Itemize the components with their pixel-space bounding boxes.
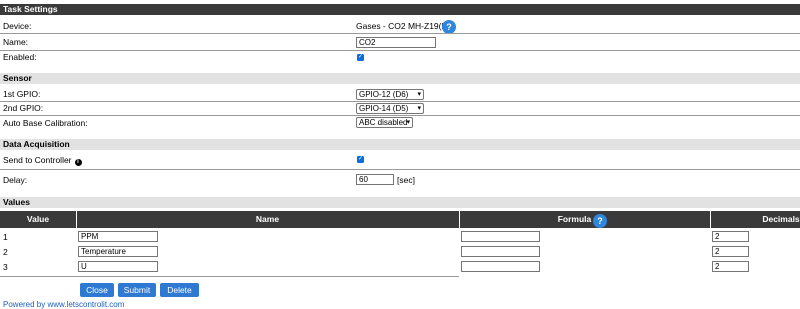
device-label: Device: [3,21,32,31]
divider [0,115,800,116]
divider [0,101,800,102]
row-index: 3 [3,262,8,272]
name-label: Name: [3,37,29,47]
column-separator [76,211,77,228]
chevron-down-icon: ▾ [417,105,421,112]
enabled-label: Enabled: [3,52,37,62]
row-index: 1 [3,232,8,242]
decimals-input[interactable] [712,231,749,242]
divider [0,169,800,170]
delay-unit: [sec] [397,175,415,185]
delay-label: Delay: [3,175,28,185]
chevron-down-icon: ▾ [406,119,410,126]
formula-input[interactable] [461,231,540,242]
info-icon[interactable]: i [74,159,82,166]
value-name-input[interactable] [78,231,158,242]
delete-button[interactable]: Delete [160,283,199,297]
device-help-icon[interactable]: ? [442,20,456,34]
enabled-checkbox[interactable]: ✓ [357,54,364,61]
formula-input[interactable] [461,246,540,257]
gpio2-label: 2nd GPIO: [3,103,44,113]
column-header-formula: Formula [459,211,710,228]
abc-label: Auto Base Calibration: [3,118,88,128]
task-settings-header: Task Settings [0,4,800,15]
divider [0,276,459,277]
gpio1-select[interactable]: GPIO-12 (D6) ▾ [356,89,424,100]
submit-button[interactable]: Submit [118,283,156,297]
value-name-input[interactable] [78,261,158,272]
chevron-down-icon: ▾ [417,91,421,98]
column-header-decimals: Decimals [710,211,800,228]
name-input[interactable] [356,37,436,48]
decimals-input[interactable] [712,261,749,272]
gpio2-select[interactable]: GPIO-14 (D5) ▾ [356,103,424,114]
column-header-name: Name [76,211,459,228]
value-name-input[interactable] [78,246,158,257]
column-header-value: Value [0,211,76,228]
close-button[interactable]: Close [80,283,114,297]
data-acquisition-header: Data Acquisition [0,139,800,150]
formula-help-icon[interactable]: ? [593,214,607,228]
divider [0,33,800,34]
delay-input[interactable] [356,174,394,185]
send-to-controller-checkbox[interactable]: ✓ [357,156,364,163]
column-separator [459,211,460,228]
divider [0,50,800,51]
abc-select[interactable]: ABC disabled ▾ [356,117,413,128]
values-header: Values [0,197,800,208]
column-separator [710,211,711,228]
device-value: Gases - CO2 MH-Z19(b) [356,21,450,31]
formula-input[interactable] [461,261,540,272]
decimals-input[interactable] [712,246,749,257]
sensor-header: Sensor [0,73,800,84]
row-index: 2 [3,247,8,257]
gpio1-label: 1st GPIO: [3,89,41,99]
send-to-controller-label: Send to Controller i [3,155,82,166]
